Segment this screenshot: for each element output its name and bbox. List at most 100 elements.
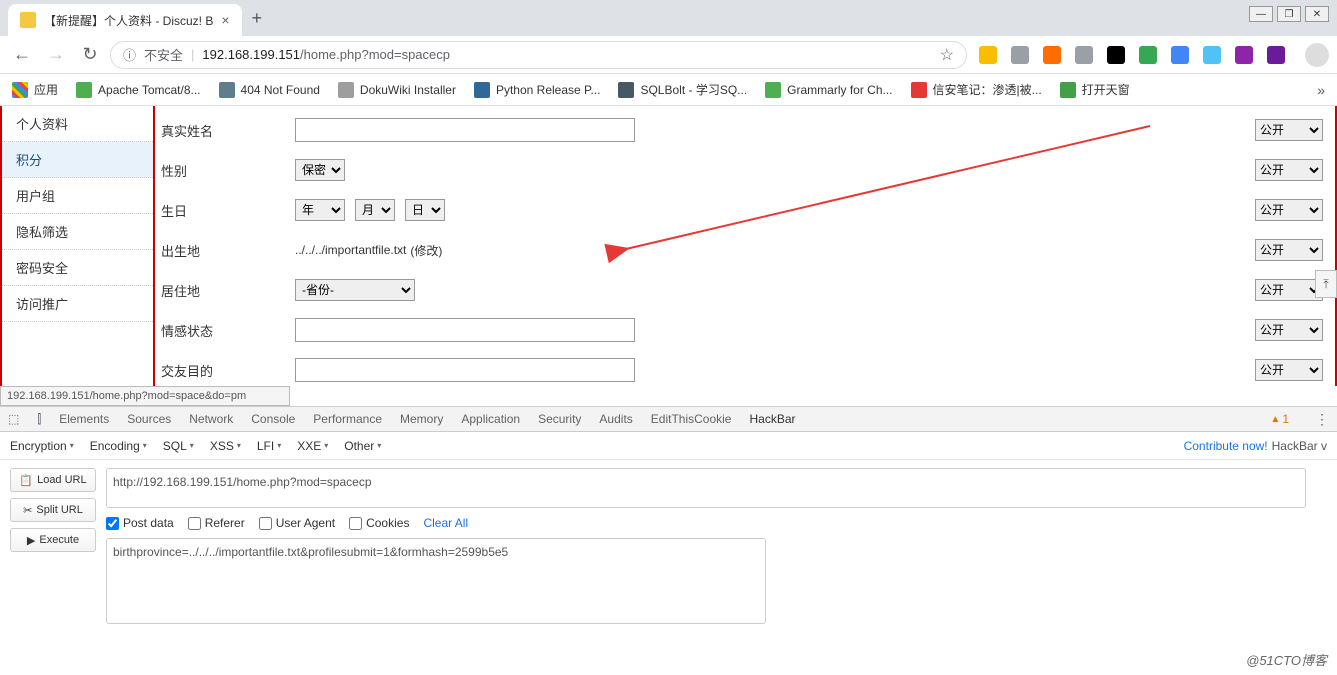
sidebar-item[interactable]: 用户组 — [2, 178, 153, 214]
extension-icon[interactable] — [1011, 46, 1029, 64]
extension-icon[interactable] — [1203, 46, 1221, 64]
hackbar-tool[interactable]: XXE ▾ — [297, 439, 328, 453]
day-select[interactable]: 日 — [405, 199, 445, 221]
bookmark-icon — [618, 82, 634, 98]
side-panel-toggle[interactable]: ⤒ — [1315, 270, 1337, 298]
url-host: 192.168.199.151 — [202, 47, 300, 62]
privacy-select[interactable]: 公开 — [1255, 199, 1323, 221]
bookmark-item[interactable]: Apache Tomcat/8... — [76, 81, 201, 98]
devtools-tab[interactable]: Elements — [59, 412, 109, 426]
bookmarks-overflow[interactable]: » — [1317, 82, 1325, 98]
bookmark-item[interactable]: SQLBolt - 学习SQ... — [618, 81, 747, 98]
profile-avatar[interactable] — [1305, 43, 1329, 67]
privacy-select[interactable]: 公开 — [1255, 239, 1323, 261]
close-icon[interactable]: × — [221, 12, 229, 28]
back-button[interactable]: ← — [8, 41, 36, 69]
row-realname: 真实姓名 公开 — [155, 110, 1335, 150]
bookmark-item[interactable]: DokuWiki Installer — [338, 81, 456, 98]
bookmark-star-icon[interactable]: ☆ — [940, 45, 954, 65]
address-bar[interactable]: ⓘ 不安全 | 192.168.199.151/home.php?mod=spa… — [110, 41, 967, 69]
hackbar-tool[interactable]: Encryption ▾ — [10, 439, 74, 453]
bookmark-item[interactable]: 打开天窗 — [1060, 81, 1130, 98]
maximize-button[interactable]: ❐ — [1277, 6, 1301, 22]
bookmark-item[interactable]: Python Release P... — [474, 81, 601, 98]
extension-icon[interactable] — [979, 46, 997, 64]
insecure-label: 不安全 — [144, 45, 183, 64]
sidebar-item[interactable]: 访问推广 — [2, 286, 153, 322]
devtools-tab[interactable]: Performance — [313, 412, 382, 426]
privacy-select[interactable]: 公开 — [1255, 359, 1323, 381]
window-controls: — ❐ ✕ — [1249, 0, 1329, 22]
sidebar-item[interactable]: 个人资料 — [2, 106, 153, 142]
extension-icon[interactable] — [1075, 46, 1093, 64]
devtools-tab[interactable]: Audits — [599, 412, 632, 426]
user-agent-checkbox[interactable]: User Agent — [259, 516, 335, 530]
bookmark-icon — [338, 82, 354, 98]
devtools-menu-icon[interactable]: ⋮ — [1315, 411, 1329, 428]
sidebar-item[interactable]: 隐私筛选 — [2, 214, 153, 250]
browser-tab[interactable]: 【新提醒】个人资料 - Discuz! B × — [8, 4, 242, 36]
year-select[interactable]: 年 — [295, 199, 345, 221]
sidebar-item[interactable]: 积分 — [2, 142, 153, 178]
hackbar-postdata-input[interactable] — [106, 538, 766, 624]
console-warnings[interactable]: 1 — [1270, 412, 1289, 426]
devtools-tab[interactable]: EditThisCookie — [651, 412, 732, 426]
extension-icon[interactable] — [1171, 46, 1189, 64]
bookmark-item[interactable]: 404 Not Found — [219, 81, 320, 98]
hackbar-tool[interactable]: LFI ▾ — [257, 439, 281, 453]
new-tab-button[interactable]: + — [242, 8, 273, 29]
devtools-tab[interactable]: Network — [189, 412, 233, 426]
extension-icon[interactable] — [1043, 46, 1061, 64]
province-select[interactable]: -省份- — [295, 279, 415, 301]
bookmark-icon — [911, 82, 927, 98]
devtools-tab[interactable]: Security — [538, 412, 581, 426]
split-url-button[interactable]: ✂ Split URL — [10, 498, 96, 522]
emotion-input[interactable] — [295, 318, 635, 342]
hackbar-url-input[interactable] — [106, 468, 1306, 508]
cookies-checkbox[interactable]: Cookies — [349, 516, 409, 530]
device-icon[interactable]: ⫿ — [37, 412, 41, 427]
referer-checkbox[interactable]: Referer — [188, 516, 245, 530]
contribute-link[interactable]: Contribute now! — [1184, 439, 1268, 453]
extension-icon[interactable] — [1139, 46, 1157, 64]
gender-select[interactable]: 保密 — [295, 159, 345, 181]
devtools-tab[interactable]: HackBar — [749, 412, 795, 426]
bookmark-icon — [765, 82, 781, 98]
minimize-button[interactable]: — — [1249, 6, 1273, 22]
forward-button[interactable]: → — [42, 41, 70, 69]
privacy-select[interactable]: 公开 — [1255, 119, 1323, 141]
site-info-icon[interactable]: ⓘ — [123, 45, 136, 64]
execute-button[interactable]: ▶ Execute — [10, 528, 96, 552]
hackbar-tool[interactable]: XSS ▾ — [210, 439, 241, 453]
clear-all-link[interactable]: Clear All — [423, 516, 468, 530]
reload-button[interactable]: ↻ — [76, 41, 104, 69]
load-url-button[interactable]: 📋 Load URL — [10, 468, 96, 492]
privacy-select[interactable]: 公开 — [1255, 279, 1323, 301]
window-close-button[interactable]: ✕ — [1305, 6, 1329, 22]
tab-title: 【新提醒】个人资料 - Discuz! B — [44, 12, 213, 29]
sidebar-item[interactable]: 密码安全 — [2, 250, 153, 286]
privacy-select[interactable]: 公开 — [1255, 159, 1323, 181]
month-select[interactable]: 月 — [355, 199, 395, 221]
extension-icon[interactable] — [1235, 46, 1253, 64]
devtools-tab[interactable]: Application — [461, 412, 520, 426]
purpose-input[interactable] — [295, 358, 635, 382]
devtools-tab[interactable]: Sources — [127, 412, 171, 426]
extension-icon[interactable] — [1107, 46, 1125, 64]
apps-button[interactable]: 应用 — [12, 81, 58, 98]
realname-input[interactable] — [295, 118, 635, 142]
hackbar-tool[interactable]: SQL ▾ — [163, 439, 194, 453]
hackbar-tool[interactable]: Encoding ▾ — [90, 439, 147, 453]
hackbar-brand: HackBar v — [1272, 439, 1327, 453]
devtools-tab[interactable]: Console — [251, 412, 295, 426]
devtools-tab[interactable]: Memory — [400, 412, 443, 426]
bookmark-item[interactable]: Grammarly for Ch... — [765, 81, 892, 98]
post-data-checkbox[interactable]: Post data — [106, 516, 174, 530]
privacy-select[interactable]: 公开 — [1255, 319, 1323, 341]
extension-icon[interactable] — [1267, 46, 1285, 64]
bookmark-item[interactable]: 信安笔记：渗透|被... — [911, 81, 1042, 98]
hackbar-tool[interactable]: Other ▾ — [344, 439, 381, 453]
inspect-icon[interactable]: ⬚ — [8, 412, 19, 426]
birthplace-edit-link[interactable]: (修改) — [410, 242, 442, 259]
devtools-tab-strip: ⬚ ⫿ Elements Sources Network Console Perform… — [0, 406, 1337, 432]
